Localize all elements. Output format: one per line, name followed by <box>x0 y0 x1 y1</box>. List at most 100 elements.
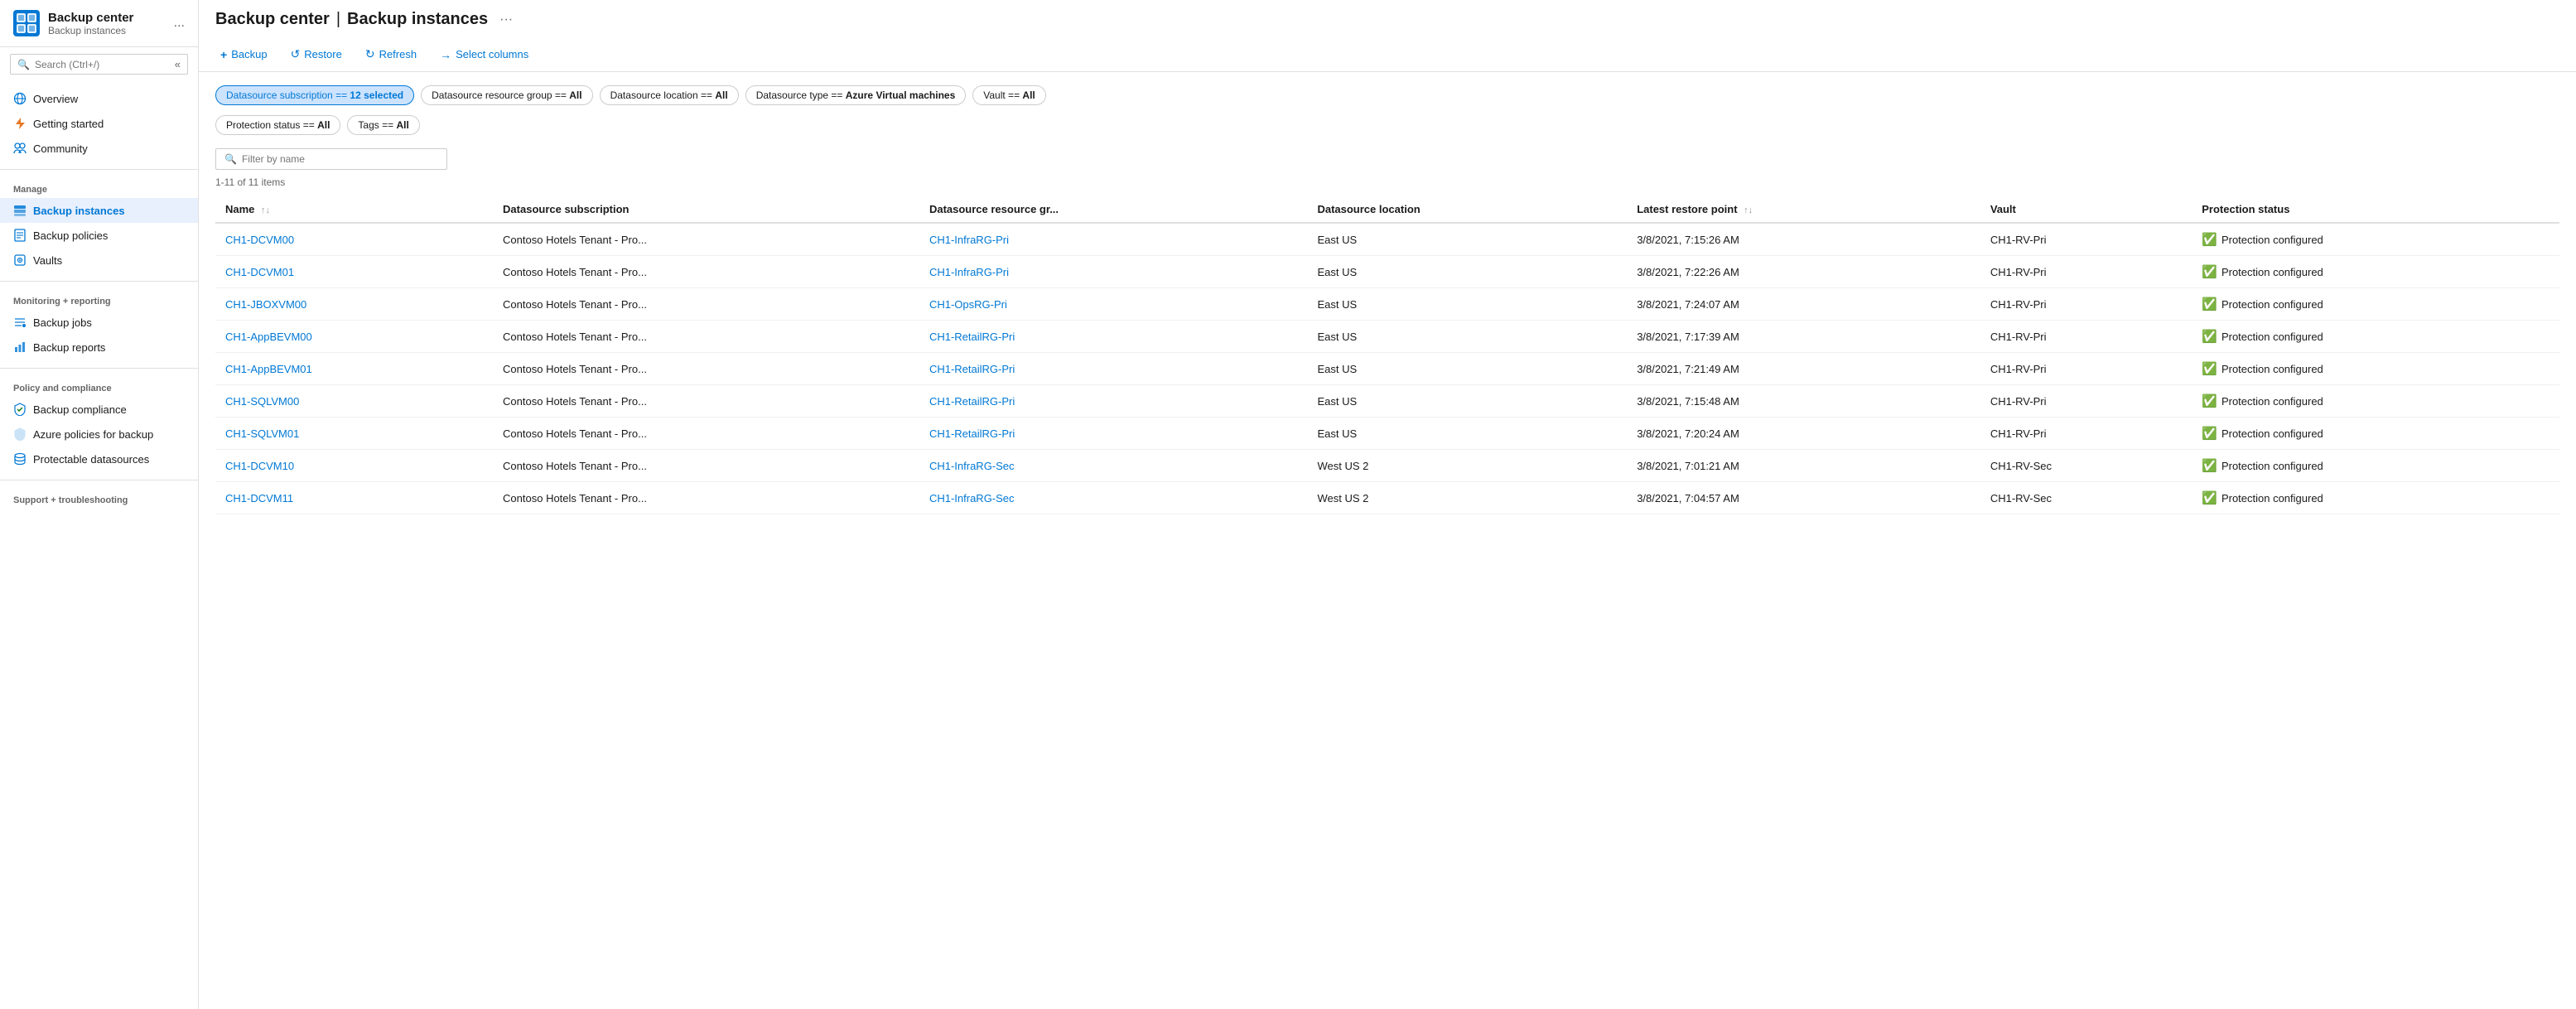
vm-name-link[interactable]: CH1-DCVM00 <box>225 234 294 246</box>
col-subscription: Datasource subscription <box>493 196 919 223</box>
filter-location[interactable]: Datasource location == All <box>600 85 739 105</box>
page-title: Backup instances <box>347 10 488 29</box>
refresh-icon: ↻ <box>365 47 375 61</box>
resource-group-link[interactable]: CH1-InfraRG-Sec <box>929 492 1015 504</box>
sidebar-item-backup-jobs[interactable]: Backup jobs <box>0 310 198 335</box>
cell-restore-point: 3/8/2021, 7:15:48 AM <box>1627 385 1980 418</box>
app-more-button[interactable]: ... <box>174 16 185 31</box>
filter-by-name-input[interactable] <box>242 153 438 165</box>
cell-resource-group: CH1-InfraRG-Sec <box>919 450 1308 482</box>
cell-vault: CH1-RV-Pri <box>1980 418 2192 450</box>
cell-protection-status: ✅ Protection configured <box>2192 482 2559 514</box>
protection-status-text: Protection configured <box>2221 492 2323 504</box>
table-row: CH1-AppBEVM00 Contoso Hotels Tenant - Pr… <box>215 321 2559 353</box>
sidebar-item-getting-started[interactable]: Getting started <box>0 111 198 136</box>
cell-name: CH1-SQLVM01 <box>215 418 493 450</box>
cell-subscription: Contoso Hotels Tenant - Pro... <box>493 321 919 353</box>
cell-name: CH1-DCVM11 <box>215 482 493 514</box>
filter-search-icon: 🔍 <box>224 153 237 165</box>
reports-icon <box>13 340 27 354</box>
resource-group-link[interactable]: CH1-InfraRG-Pri <box>929 266 1009 278</box>
cell-restore-point: 3/8/2021, 7:21:49 AM <box>1627 353 1980 385</box>
sidebar-item-label: Protectable datasources <box>33 453 149 466</box>
col-resource-group: Datasource resource gr... <box>919 196 1308 223</box>
backup-button[interactable]: + Backup <box>215 45 273 65</box>
backup-policies-icon <box>13 229 27 242</box>
sidebar-item-backup-instances[interactable]: Backup instances <box>0 198 198 223</box>
refresh-button[interactable]: ↻ Refresh <box>360 44 422 65</box>
cell-vault: CH1-RV-Pri <box>1980 385 2192 418</box>
cell-name: CH1-SQLVM00 <box>215 385 493 418</box>
filter-tags[interactable]: Tags == All <box>347 115 419 135</box>
sidebar-item-overview[interactable]: Overview <box>0 86 198 111</box>
table-row: CH1-DCVM10 Contoso Hotels Tenant - Pro..… <box>215 450 2559 482</box>
vm-name-link[interactable]: CH1-DCVM10 <box>225 460 294 472</box>
sidebar-item-label: Community <box>33 142 88 155</box>
cell-subscription: Contoso Hotels Tenant - Pro... <box>493 482 919 514</box>
resource-group-link[interactable]: CH1-RetailRG-Pri <box>929 331 1015 343</box>
cell-resource-group: CH1-OpsRG-Pri <box>919 288 1308 321</box>
filter-resource-group[interactable]: Datasource resource group == All <box>421 85 592 105</box>
table-row: CH1-JBOXVM00 Contoso Hotels Tenant - Pro… <box>215 288 2559 321</box>
resource-group-link[interactable]: CH1-RetailRG-Pri <box>929 427 1015 440</box>
cell-protection-status: ✅ Protection configured <box>2192 353 2559 385</box>
community-icon <box>13 142 27 155</box>
vaults-icon <box>13 253 27 267</box>
main-content: Backup center | Backup instances ··· + B… <box>199 0 2576 1009</box>
vm-name-link[interactable]: CH1-AppBEVM01 <box>225 363 312 375</box>
vm-name-link[interactable]: CH1-SQLVM01 <box>225 427 299 440</box>
protection-status-text: Protection configured <box>2221 427 2323 440</box>
table-row: CH1-DCVM11 Contoso Hotels Tenant - Pro..… <box>215 482 2559 514</box>
vm-name-link[interactable]: CH1-DCVM11 <box>225 492 293 504</box>
restore-button[interactable]: ↺ Restore <box>286 44 347 65</box>
header-more-button[interactable]: ··· <box>499 12 513 27</box>
cell-vault: CH1-RV-Sec <box>1980 450 2192 482</box>
filter-vault[interactable]: Vault == All <box>972 85 1046 105</box>
protection-status-icon: ✅ <box>2202 232 2217 247</box>
sidebar-item-label: Vaults <box>33 254 62 267</box>
cell-resource-group: CH1-RetailRG-Pri <box>919 321 1308 353</box>
sidebar-item-backup-compliance[interactable]: Backup compliance <box>0 397 198 422</box>
resource-group-link[interactable]: CH1-RetailRG-Pri <box>929 363 1015 375</box>
cell-location: East US <box>1307 223 1627 256</box>
name-sort-icon: ↑↓ <box>261 205 270 215</box>
resource-group-link[interactable]: CH1-RetailRG-Pri <box>929 395 1015 408</box>
filter-type[interactable]: Datasource type == Azure Virtual machine… <box>745 85 967 105</box>
cell-subscription: Contoso Hotels Tenant - Pro... <box>493 450 919 482</box>
vm-name-link[interactable]: CH1-JBOXVM00 <box>225 298 306 311</box>
resource-group-link[interactable]: CH1-OpsRG-Pri <box>929 298 1007 311</box>
cell-resource-group: CH1-RetailRG-Pri <box>919 418 1308 450</box>
sidebar-item-protectable-datasources[interactable]: Protectable datasources <box>0 447 198 471</box>
sidebar-item-backup-policies[interactable]: Backup policies <box>0 223 198 248</box>
filter-subscription[interactable]: Datasource subscription == 12 selected <box>215 85 414 105</box>
protection-status-text: Protection configured <box>2221 363 2323 375</box>
cell-vault: CH1-RV-Sec <box>1980 482 2192 514</box>
page-title-row: Backup center | Backup instances ··· <box>215 10 2559 37</box>
sidebar-item-backup-reports[interactable]: Backup reports <box>0 335 198 360</box>
col-restore-point[interactable]: Latest restore point ↑↓ <box>1627 196 1980 223</box>
protection-status-icon: ✅ <box>2202 329 2217 344</box>
sidebar-item-vaults[interactable]: Vaults <box>0 248 198 273</box>
filters-row-2: Protection status == All Tags == All <box>215 115 2559 135</box>
cell-protection-status: ✅ Protection configured <box>2192 321 2559 353</box>
sidebar-item-label: Overview <box>33 93 78 105</box>
search-input[interactable] <box>35 59 170 70</box>
cell-restore-point: 3/8/2021, 7:15:26 AM <box>1627 223 1980 256</box>
table-row: CH1-SQLVM00 Contoso Hotels Tenant - Pro.… <box>215 385 2559 418</box>
resource-group-link[interactable]: CH1-InfraRG-Sec <box>929 460 1015 472</box>
col-name[interactable]: Name ↑↓ <box>215 196 493 223</box>
filter-protection-status[interactable]: Protection status == All <box>215 115 340 135</box>
backup-plus-icon: + <box>220 48 227 61</box>
select-columns-button[interactable]: → Select columns <box>435 45 533 65</box>
vm-name-link[interactable]: CH1-DCVM01 <box>225 266 294 278</box>
toolbar: + Backup ↺ Restore ↻ Refresh → Select co… <box>215 37 2559 71</box>
vm-name-link[interactable]: CH1-AppBEVM00 <box>225 331 312 343</box>
restore-point-sort-icon: ↑↓ <box>1744 205 1753 215</box>
cell-restore-point: 3/8/2021, 7:20:24 AM <box>1627 418 1980 450</box>
sidebar-item-community[interactable]: Community <box>0 136 198 161</box>
sidebar-item-azure-policies[interactable]: Azure policies for backup <box>0 422 198 447</box>
collapse-icon[interactable]: « <box>175 58 181 70</box>
resource-group-link[interactable]: CH1-InfraRG-Pri <box>929 234 1009 246</box>
cell-vault: CH1-RV-Pri <box>1980 321 2192 353</box>
vm-name-link[interactable]: CH1-SQLVM00 <box>225 395 299 408</box>
